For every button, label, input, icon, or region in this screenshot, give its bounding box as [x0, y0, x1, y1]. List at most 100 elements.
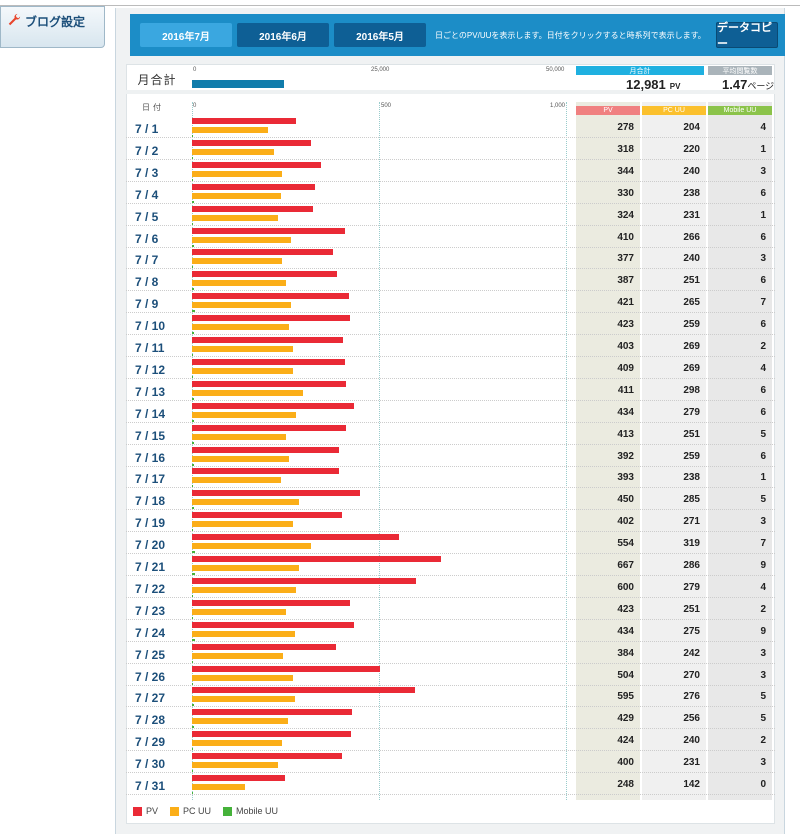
table-row[interactable]: 7 / 7 377 240 3 — [126, 247, 775, 270]
blog-settings-button[interactable]: ブログ設定 — [0, 6, 105, 48]
pc-uu-bar — [192, 127, 269, 133]
table-row[interactable]: 7 / 29 424 240 2 — [126, 729, 775, 752]
table-row[interactable]: 7 / 25 384 242 3 — [126, 642, 775, 664]
table-row[interactable]: 7 / 21 667 286 9 — [126, 554, 775, 576]
table-row[interactable]: 7 / 10 423 259 6 — [126, 313, 775, 336]
pv-bar — [192, 358, 345, 365]
row-date[interactable]: 7 / 24 — [135, 626, 165, 640]
tab-month-1[interactable]: 2016年7月 — [140, 23, 232, 47]
mobile-uu-bar — [192, 332, 195, 335]
row-date[interactable]: 7 / 26 — [135, 670, 165, 684]
row-date[interactable]: 7 / 19 — [135, 516, 165, 530]
row-date[interactable]: 7 / 23 — [135, 604, 165, 618]
table-row[interactable]: 7 / 9 421 265 7 — [126, 291, 775, 314]
table-row[interactable]: 7 / 2 318 220 1 — [126, 138, 775, 160]
row-date[interactable]: 7 / 15 — [135, 429, 165, 443]
pv-bar — [192, 534, 400, 541]
table-row[interactable]: 7 / 26 504 270 3 — [126, 664, 775, 686]
summary-tick-1: 25,000 — [371, 67, 390, 73]
row-date[interactable]: 7 / 25 — [135, 648, 165, 662]
table-row[interactable]: 7 / 30 400 231 3 — [126, 751, 775, 774]
row-date[interactable]: 7 / 14 — [135, 407, 165, 421]
row-pc-uu-value: 256 — [683, 713, 700, 725]
row-pv-value: 377 — [617, 253, 634, 265]
row-date[interactable]: 7 / 17 — [135, 472, 165, 486]
row-date[interactable]: 7 / 11 — [135, 341, 164, 355]
row-pc-uu-value: 251 — [683, 603, 700, 615]
table-row[interactable]: 7 / 1 278 204 4 — [126, 116, 775, 138]
row-date[interactable]: 7 / 6 — [135, 232, 158, 246]
table-row[interactable]: 7 / 24 434 275 9 — [126, 620, 775, 642]
table-row[interactable]: 7 / 31 248 142 0 — [126, 773, 775, 795]
row-pv-value: 424 — [617, 735, 634, 747]
table-row[interactable]: 7 / 12 409 269 4 — [126, 357, 775, 379]
row-date[interactable]: 7 / 16 — [135, 451, 165, 465]
row-mobile-uu-value: 6 — [760, 406, 766, 418]
pv-bar — [192, 753, 342, 760]
table-row[interactable]: 7 / 14 434 279 6 — [126, 401, 775, 423]
table-row[interactable]: 7 / 3 344 240 3 — [126, 160, 775, 182]
table-row[interactable]: 7 / 27 595 276 5 — [126, 685, 775, 708]
row-pc-uu-value: 240 — [683, 165, 700, 177]
table-tick-0: 0 — [193, 103, 197, 109]
row-pv-value: 595 — [617, 691, 634, 703]
mobile-uu-bar — [192, 616, 193, 619]
table-row[interactable]: 7 / 23 423 251 2 — [126, 598, 775, 620]
row-date[interactable]: 7 / 1 — [135, 122, 158, 136]
row-date[interactable]: 7 / 27 — [135, 691, 165, 705]
pc-uu-bar — [192, 608, 286, 615]
row-pc-uu-value: 259 — [683, 319, 700, 331]
table-row[interactable]: 7 / 13 411 298 6 — [126, 379, 775, 401]
row-date[interactable]: 7 / 29 — [135, 735, 165, 749]
pv-bar — [192, 161, 321, 168]
row-pv-value: 387 — [617, 275, 634, 287]
tab-month-2[interactable]: 2016年6月 — [237, 23, 329, 47]
summary-tick-2: 50,000 — [546, 67, 565, 73]
row-date[interactable]: 7 / 31 — [135, 779, 165, 793]
table-row[interactable]: 7 / 15 413 251 5 — [126, 423, 775, 445]
row-pc-uu-value: 266 — [683, 231, 700, 243]
table-row[interactable]: 7 / 18 450 285 5 — [126, 488, 775, 511]
table-row[interactable]: 7 / 8 387 251 6 — [126, 269, 775, 292]
row-pc-uu-value: 285 — [683, 494, 700, 506]
row-date[interactable]: 7 / 7 — [135, 253, 158, 267]
table-row[interactable]: 7 / 6 410 266 6 — [126, 226, 775, 248]
row-pc-uu-value: 204 — [683, 122, 700, 133]
pc-uu-bar — [192, 192, 281, 199]
row-date[interactable]: 7 / 18 — [135, 494, 165, 508]
row-date[interactable]: 7 / 9 — [135, 297, 158, 311]
row-date[interactable]: 7 / 8 — [135, 275, 158, 289]
row-date[interactable]: 7 / 12 — [135, 363, 165, 377]
table-row[interactable]: 7 / 22 600 279 4 — [126, 576, 775, 598]
row-date[interactable]: 7 / 3 — [135, 166, 158, 180]
row-date[interactable]: 7 / 4 — [135, 188, 158, 202]
row-date[interactable]: 7 / 21 — [135, 560, 165, 574]
table-row[interactable]: 7 / 20 554 319 7 — [126, 532, 775, 555]
row-mobile-uu-value: 7 — [760, 297, 766, 309]
row-date[interactable]: 7 / 22 — [135, 582, 165, 596]
row-date[interactable]: 7 / 5 — [135, 210, 158, 224]
row-pv-value: 504 — [617, 669, 634, 681]
pc-uu-bar — [192, 411, 297, 418]
table-row[interactable]: 7 / 17 393 238 1 — [126, 466, 775, 489]
row-date[interactable]: 7 / 28 — [135, 713, 165, 727]
row-mobile-uu-value: 3 — [760, 253, 766, 265]
blog-settings-label: ブログ設定 — [25, 15, 86, 29]
table-row[interactable]: 7 / 4 330 238 6 — [126, 182, 775, 204]
row-pv-value: 410 — [617, 231, 634, 243]
table-row[interactable]: 7 / 11 403 269 2 — [126, 335, 775, 357]
row-date[interactable]: 7 / 13 — [135, 385, 165, 399]
row-date[interactable]: 7 / 30 — [135, 757, 165, 771]
table-row[interactable]: 7 / 28 429 256 5 — [126, 707, 775, 730]
row-date[interactable]: 7 / 20 — [135, 538, 165, 552]
table-row[interactable]: 7 / 5 324 231 1 — [126, 204, 775, 226]
row-pv-value: 402 — [617, 516, 634, 528]
table-row[interactable]: 7 / 16 392 259 6 — [126, 445, 775, 467]
data-copy-button[interactable]: データコピー — [716, 22, 778, 50]
tab-month-3[interactable]: 2016年5月 — [334, 23, 426, 47]
row-date[interactable]: 7 / 10 — [135, 319, 165, 333]
table-row[interactable]: 7 / 19 402 271 3 — [126, 510, 775, 533]
pc-uu-bar — [192, 762, 279, 769]
row-mobile-uu-value: 5 — [760, 428, 766, 440]
row-date[interactable]: 7 / 2 — [135, 144, 158, 158]
